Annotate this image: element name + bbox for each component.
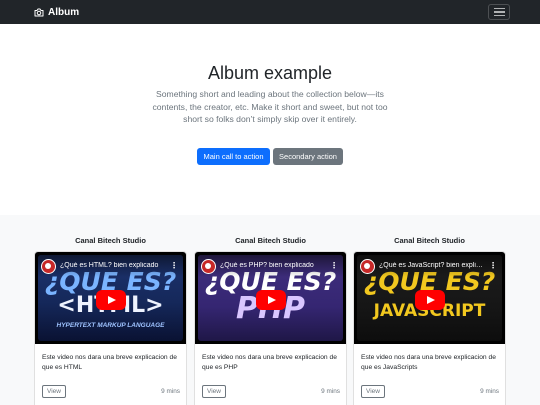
- camera-icon: [34, 8, 44, 17]
- album-section: Canal Bitech Studio ¿QUE ES? <HTML> HYPE…: [0, 215, 540, 405]
- more-options-icon[interactable]: ⋮: [489, 262, 497, 270]
- view-button[interactable]: View: [42, 385, 66, 398]
- card-body: Este video nos dara una breve explicacio…: [195, 344, 346, 405]
- card-description: Este video nos dara una breve explicacio…: [361, 354, 496, 371]
- hero-section: Album example Something short and leadin…: [0, 24, 540, 215]
- hero-buttons: Main call to action Secondary action: [0, 148, 540, 165]
- card-body: Este video nos dara una breve explicacio…: [35, 344, 186, 405]
- play-button-icon[interactable]: [415, 290, 445, 310]
- page-title: Album example: [207, 63, 333, 83]
- brand-link[interactable]: Album: [34, 7, 79, 18]
- video-embed[interactable]: ¿QUE ES? <HTML> HYPERTEXT MARKUP LANGUAG…: [35, 252, 186, 344]
- video-duration: 9 mins: [321, 388, 340, 395]
- card-channel-name: Canal Bitech Studio: [394, 236, 465, 245]
- video-card: ¿QUE ES? PHP ¿Qué es PHP? bien explicado…: [194, 251, 347, 405]
- video-embed[interactable]: ¿QUE ES? JAVASCRIPT ¿Qué es JavaScript? …: [354, 252, 505, 344]
- video-duration: 9 mins: [480, 388, 499, 395]
- channel-avatar[interactable]: [360, 259, 375, 274]
- view-button[interactable]: View: [361, 385, 385, 398]
- video-thumbnail: ¿QUE ES? <HTML> HYPERTEXT MARKUP LANGUAG…: [38, 255, 183, 341]
- video-title[interactable]: ¿Qué es HTML? bien explicado: [60, 262, 165, 269]
- card-description: Este video nos dara una breve explicacio…: [202, 354, 337, 371]
- secondary-action-button[interactable]: Secondary action: [273, 148, 343, 165]
- brand-label: Album: [48, 6, 80, 18]
- play-button-icon[interactable]: [256, 290, 286, 310]
- video-title[interactable]: ¿Qué es PHP? bien explicado: [220, 262, 325, 269]
- play-button-icon[interactable]: [96, 290, 126, 310]
- view-button[interactable]: View: [202, 385, 226, 398]
- card-channel-name: Canal Bitech Studio: [75, 236, 146, 245]
- card-body: Este video nos dara una breve explicacio…: [354, 344, 505, 405]
- more-options-icon[interactable]: ⋮: [170, 262, 178, 270]
- channel-avatar[interactable]: [201, 259, 216, 274]
- video-title[interactable]: ¿Qué es JavaScript? bien explicado: [379, 262, 484, 269]
- hamburger-menu-icon[interactable]: [488, 4, 510, 20]
- more-options-icon[interactable]: ⋮: [330, 262, 338, 270]
- video-card: ¿QUE ES? JAVASCRIPT ¿Qué es JavaScript? …: [353, 251, 506, 405]
- channel-avatar[interactable]: [41, 259, 56, 274]
- thumbnail-caption: HYPERTEXT MARKUP LANGUAGE: [56, 322, 165, 329]
- video-thumbnail: ¿QUE ES? PHP ¿Qué es PHP? bien explicado…: [198, 255, 343, 341]
- video-thumbnail: ¿QUE ES? JAVASCRIPT ¿Qué es JavaScript? …: [357, 255, 502, 341]
- navbar: Album: [0, 0, 540, 24]
- video-card: ¿QUE ES? <HTML> HYPERTEXT MARKUP LANGUAG…: [34, 251, 187, 405]
- card-description: Este video nos dara una breve explicacio…: [42, 354, 177, 371]
- video-embed[interactable]: ¿QUE ES? PHP ¿Qué es PHP? bien explicado…: [195, 252, 346, 344]
- main-call-to-action-button[interactable]: Main call to action: [197, 148, 270, 165]
- hero-lead: Something short and leading about the co…: [152, 89, 388, 125]
- card-channel-name: Canal Bitech Studio: [235, 236, 306, 245]
- video-duration: 9 mins: [161, 388, 180, 395]
